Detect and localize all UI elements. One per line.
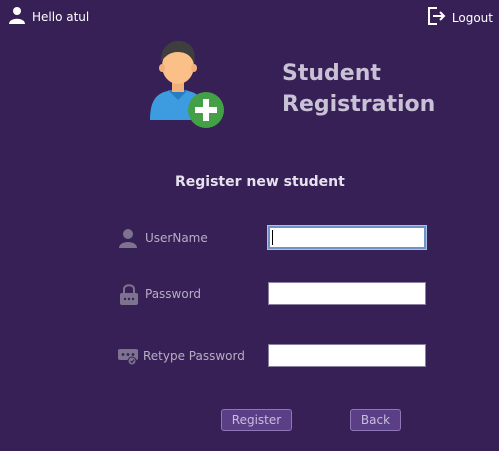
- password-label: Password: [145, 287, 202, 301]
- add-student-icon: [148, 38, 228, 134]
- password-field[interactable]: [268, 282, 426, 305]
- retype-password-label: Retype Password: [143, 349, 245, 363]
- user-icon: [118, 228, 138, 252]
- user-greeting: Hello atul: [8, 6, 89, 28]
- title-line-2: Registration: [282, 92, 436, 117]
- title-line-1: Student: [282, 61, 381, 86]
- page-title: Student Registration: [282, 58, 435, 120]
- form-subtitle: Register new student: [175, 174, 345, 190]
- retype-password-field[interactable]: [268, 344, 426, 367]
- register-button[interactable]: Register: [221, 409, 292, 431]
- username-label: UserName: [145, 231, 208, 245]
- greeting-text: Hello atul: [32, 10, 90, 24]
- register-button-label: Register: [231, 413, 282, 427]
- logout-button[interactable]: Logout: [426, 6, 493, 30]
- password-key-icon: [117, 346, 139, 370]
- username-field[interactable]: [268, 226, 426, 249]
- logout-icon: [426, 6, 446, 30]
- back-button-label: Back: [360, 413, 391, 427]
- logout-label: Logout: [451, 11, 493, 25]
- user-icon: [8, 6, 26, 28]
- back-button[interactable]: Back: [350, 409, 401, 431]
- lock-icon: [118, 282, 140, 310]
- text-caret: [272, 230, 273, 245]
